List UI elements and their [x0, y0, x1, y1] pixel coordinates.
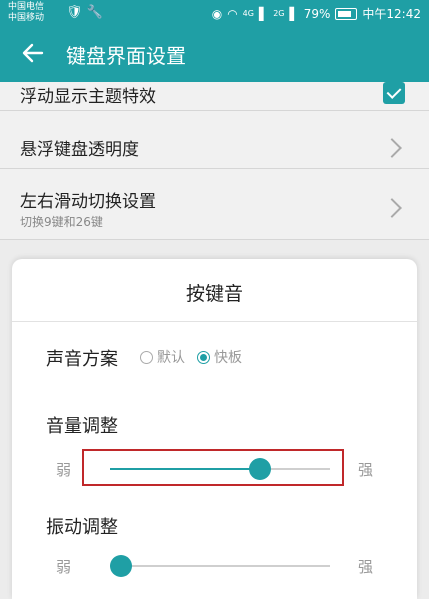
signal-icon: ▌	[258, 6, 269, 21]
list-item-title: 悬浮键盘透明度	[20, 140, 139, 160]
volume-max-label: 强	[358, 461, 374, 479]
sound-scheme-label: 声音方案	[46, 349, 118, 370]
back-arrow-icon[interactable]	[18, 38, 48, 68]
signal-4g-label: 4G	[242, 9, 254, 18]
battery-icon	[335, 7, 358, 20]
carrier-2: 中国移动	[8, 13, 45, 23]
app-bar: 键盘界面设置	[0, 26, 429, 82]
wifi-icon: ◠	[227, 6, 238, 21]
list-item-floating-theme[interactable]: 浮动显示主题特效	[0, 82, 429, 111]
list-item-title: 左右滑动切换设置	[20, 192, 156, 212]
sound-scheme-options: 默认 快板	[140, 347, 254, 367]
vibration-max-label: 强	[358, 558, 374, 576]
key-sound-dialog: 按键音 声音方案 默认 快板 音量调整 弱 强 振动调整 弱 强	[12, 259, 417, 599]
volume-label: 音量调整	[46, 416, 118, 437]
signal-icon-2: ▌	[289, 6, 299, 21]
clock: 中午12:42	[362, 7, 421, 21]
eye-icon: ◉	[211, 6, 223, 21]
list-item-subtitle: 切换9键和26键	[20, 215, 103, 229]
vibration-label: 振动调整	[46, 517, 118, 538]
page-title: 键盘界面设置	[66, 44, 186, 68]
radio-default[interactable]	[140, 350, 153, 364]
notification-icons: 🛡 🔧	[66, 5, 103, 20]
chevron-right-icon	[382, 138, 402, 158]
radio-kuaiban-label[interactable]: 快板	[214, 347, 242, 367]
list-item-swipe-switch[interactable]: 左右滑动切换设置 切换9键和26键	[0, 169, 429, 240]
list-item-transparency[interactable]: 悬浮键盘透明度	[0, 111, 429, 169]
carrier-info: 中国电信 中国移动	[8, 2, 44, 24]
checkbox-checked[interactable]	[383, 82, 405, 104]
radio-default-label[interactable]: 默认	[157, 347, 185, 367]
vibration-slider[interactable]	[110, 555, 330, 577]
shield-icon: 🛡	[66, 5, 83, 20]
vibration-min-label: 弱	[56, 558, 72, 576]
radio-kuaiban[interactable]	[197, 350, 210, 364]
battery-percent: 79%	[303, 6, 331, 21]
divider	[12, 321, 417, 322]
highlight-annotation	[82, 449, 344, 486]
wrench-icon: 🔧	[86, 5, 103, 20]
status-right: ◉ ◠ 4G ▌ 2G ▌ 79% 中午12:42	[212, 5, 421, 22]
dialog-title: 按键音	[185, 283, 243, 305]
vibration-slider-thumb[interactable]	[110, 555, 132, 577]
volume-min-label: 弱	[56, 461, 72, 479]
signal-2g-label: 2G	[273, 9, 285, 18]
status-bar: 中国电信 中国移动 🛡 🔧 ◉ ◠ 4G ▌ 2G ▌ 79% 中午12:42	[0, 0, 429, 26]
carrier-1: 中国电信	[8, 2, 45, 12]
chevron-right-icon	[382, 198, 402, 218]
list-item-title: 浮动显示主题特效	[20, 87, 156, 107]
